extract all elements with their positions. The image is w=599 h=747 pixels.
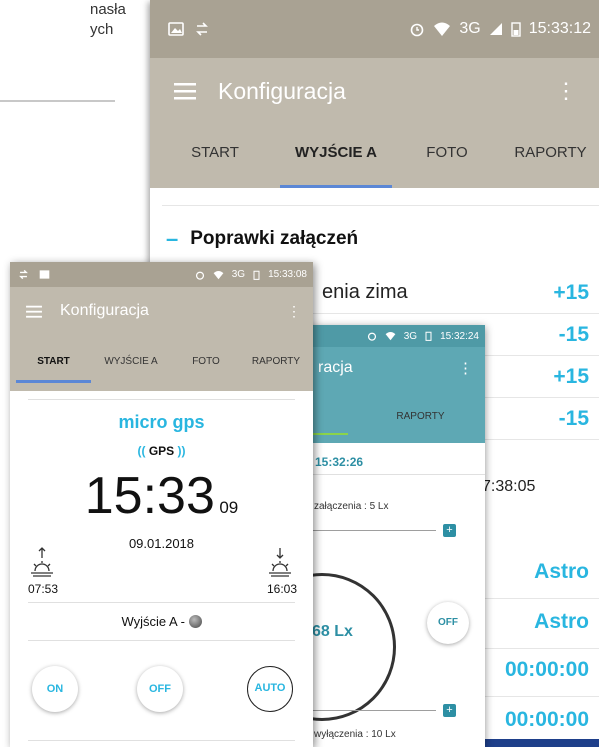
tab-bar: RAPORTY bbox=[300, 389, 485, 443]
section-title: Poprawki załączeń bbox=[190, 228, 359, 249]
network-type: 3G bbox=[231, 269, 246, 280]
app-bar: Konfiguracja ⋮ bbox=[150, 58, 599, 124]
menu-icon[interactable] bbox=[174, 82, 196, 100]
phone-start-screen: 3G 15:33:08 Konfiguracja ⋮ START WYJŚCIE… bbox=[10, 262, 313, 747]
status-time: 15:33:08 bbox=[268, 269, 307, 280]
network-type: 3G bbox=[459, 20, 481, 37]
status-time: 15:32:24 bbox=[440, 330, 479, 342]
tab-bar: START WYJŚCIE A FOTO RAPORTY bbox=[150, 124, 599, 188]
tab-raporty[interactable]: RAPORTY bbox=[241, 343, 311, 383]
gps-status: (( GPS )) bbox=[10, 444, 313, 458]
app-bar: Konfiguracja ⋮ bbox=[10, 287, 313, 335]
sync-icon bbox=[196, 22, 208, 36]
screenshot-collage: nasła ych 3G 15:33:12 Konfiguracja ⋮ STA… bbox=[0, 0, 599, 747]
status-bar: 3G 15:33:08 bbox=[10, 262, 313, 287]
on-threshold-label: załączenia : 5 Lx bbox=[314, 501, 389, 512]
tab-output-a[interactable]: WYJŚCIE A bbox=[280, 124, 392, 188]
more-options-icon[interactable]: ⋮ bbox=[287, 303, 301, 320]
more-options-icon[interactable]: ⋮ bbox=[555, 78, 577, 104]
clock-time: 15:33 bbox=[84, 467, 215, 525]
on-button[interactable]: ON bbox=[32, 666, 78, 712]
sunset-time: 16:03 bbox=[266, 582, 297, 596]
wifi-icon bbox=[385, 332, 396, 341]
sync-icon bbox=[19, 269, 28, 280]
increase-on-threshold-button[interactable]: + bbox=[443, 524, 456, 537]
time-value[interactable]: 00:00:00 bbox=[505, 708, 589, 732]
collapse-icon: – bbox=[166, 226, 179, 251]
tab-foto[interactable]: FOTO bbox=[392, 124, 502, 188]
menu-icon[interactable] bbox=[26, 305, 42, 318]
network-type: 3G bbox=[403, 330, 418, 342]
clock: 15:33 09 bbox=[10, 466, 313, 526]
tab-bar: START WYJŚCIE A FOTO RAPORTY bbox=[10, 335, 313, 391]
app-title: racja bbox=[318, 359, 353, 376]
battery-icon bbox=[253, 270, 260, 280]
tab-raporty[interactable]: RAPORTY bbox=[502, 124, 599, 188]
off-button[interactable]: OFF bbox=[137, 666, 183, 712]
device-name: micro gps bbox=[118, 412, 205, 432]
divider bbox=[0, 100, 115, 102]
app-title: Konfiguracja bbox=[218, 77, 346, 104]
clock-seconds: 09 bbox=[219, 498, 239, 517]
app-bar: racja ⋮ bbox=[300, 347, 485, 389]
status-bar: 3G 15:32:24 bbox=[300, 325, 485, 347]
background-article-text: nasła ych bbox=[0, 0, 130, 40]
tab-foto[interactable]: FOTO bbox=[171, 343, 241, 383]
mode-value[interactable]: Astro bbox=[534, 560, 589, 584]
auto-button[interactable]: AUTO bbox=[247, 666, 293, 712]
increase-off-threshold-button[interactable]: + bbox=[443, 704, 456, 717]
article-line-2: ych bbox=[90, 21, 114, 38]
lux-value: 68 Lx bbox=[312, 623, 353, 640]
sunrise-time: 07:53 bbox=[28, 582, 59, 596]
phone-lux-sensor: 3G 15:32:24 racja ⋮ RAPORTY 15:32:26 zał… bbox=[300, 325, 485, 747]
status-bar: 3G 15:33:12 bbox=[150, 0, 599, 58]
mode-value[interactable]: Astro bbox=[534, 610, 589, 634]
gps-signal-icon: )) bbox=[177, 444, 186, 458]
app-title: Konfiguracja bbox=[60, 302, 149, 319]
tab-raporty[interactable]: RAPORTY bbox=[378, 411, 463, 422]
output-label: Wyjście A - bbox=[121, 614, 185, 629]
correction-value: -15 bbox=[558, 322, 589, 346]
off-threshold-slider[interactable] bbox=[300, 710, 436, 711]
off-button[interactable]: OFF bbox=[427, 602, 469, 644]
gallery-icon bbox=[168, 22, 184, 36]
battery-icon bbox=[425, 331, 432, 341]
time-readout: 7:38:05 bbox=[482, 478, 536, 495]
output-status: Wyjście A - bbox=[10, 614, 313, 629]
correction-value: +15 bbox=[553, 364, 589, 388]
time-value[interactable]: 00:00:00 bbox=[505, 658, 589, 682]
wifi-icon bbox=[213, 270, 224, 279]
alarm-icon bbox=[195, 271, 204, 280]
on-threshold-slider[interactable] bbox=[300, 530, 436, 531]
gallery-icon bbox=[39, 270, 50, 279]
tab-output-a[interactable]: WYJŚCIE A bbox=[91, 343, 171, 383]
alarm-icon bbox=[411, 23, 424, 37]
clock: 15:32:26 bbox=[315, 455, 364, 469]
alarm-icon bbox=[367, 332, 376, 341]
correction-value: +15 bbox=[553, 280, 589, 304]
article-line-1: nasła bbox=[90, 1, 126, 18]
output-indicator-icon bbox=[188, 615, 202, 628]
lux-gauge bbox=[300, 573, 396, 721]
battery-icon bbox=[511, 22, 521, 37]
off-threshold-label: wyłączenia : 10 Lx bbox=[314, 729, 396, 740]
tab-start[interactable]: START bbox=[16, 343, 91, 383]
gps-badge: GPS bbox=[148, 444, 175, 458]
status-time: 15:33:12 bbox=[528, 20, 591, 37]
signal-icon bbox=[489, 23, 502, 35]
tab-start[interactable]: START bbox=[150, 124, 280, 188]
sunrise-icon bbox=[31, 547, 53, 577]
more-options-icon[interactable]: ⋮ bbox=[458, 359, 473, 377]
correction-value: -15 bbox=[558, 406, 589, 430]
sunset-icon bbox=[269, 548, 291, 577]
gps-signal-icon: (( bbox=[137, 444, 146, 458]
wifi-icon bbox=[434, 22, 451, 36]
